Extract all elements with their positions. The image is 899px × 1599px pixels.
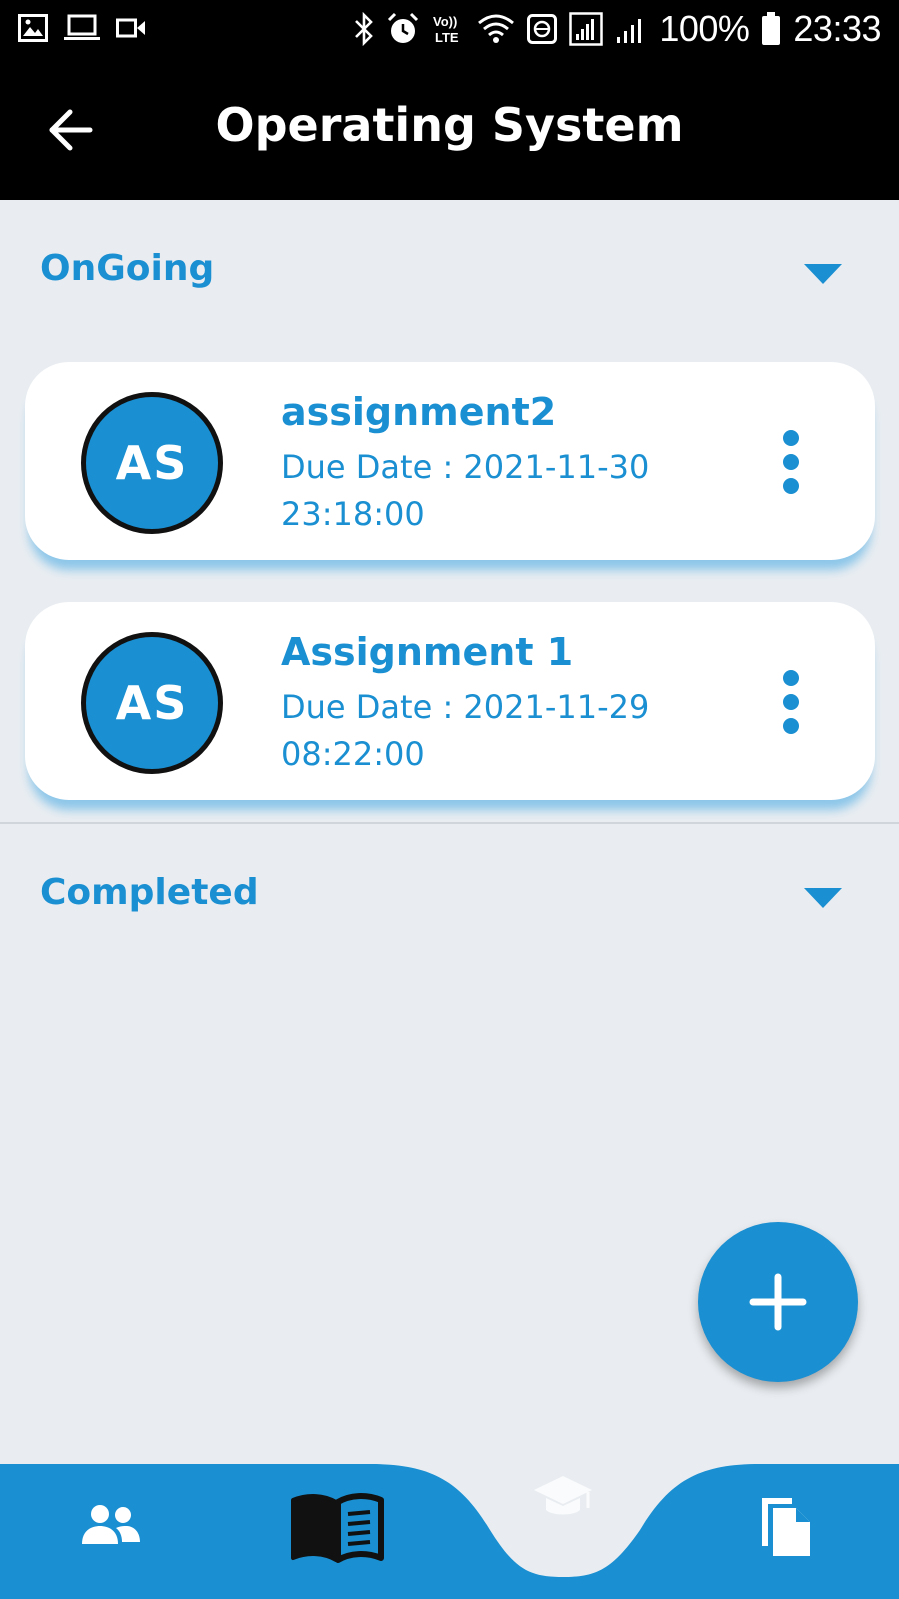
status-right-icons: Vo)) LTE 100% 23:33 — [353, 8, 881, 50]
more-vertical-icon — [783, 430, 799, 494]
ongoing-section-label: OnGoing — [40, 248, 215, 289]
section-divider — [0, 822, 899, 824]
add-assignment-button[interactable] — [698, 1222, 858, 1382]
book-icon — [291, 1493, 384, 1563]
signal-icon — [569, 12, 604, 46]
wifi-icon — [478, 14, 515, 43]
bluetooth-icon — [355, 12, 374, 46]
caret-down-icon — [804, 888, 842, 908]
assignment-title: Assignment 1 — [281, 630, 574, 674]
assignment-due-date: Due Date : 2021-11-29 08:22:00 — [281, 688, 650, 773]
ongoing-section-header[interactable]: OnGoing — [40, 242, 860, 302]
assignment-title: assignment2 — [281, 390, 557, 434]
alarm-icon — [388, 12, 419, 43]
completed-section-header[interactable]: Completed — [40, 866, 860, 926]
completed-section-label: Completed — [40, 872, 259, 913]
caret-down-icon — [804, 264, 842, 284]
nav-files[interactable] — [758, 1496, 812, 1562]
clock: 23:33 — [793, 8, 881, 49]
signal-icon — [617, 19, 642, 43]
nav-people[interactable] — [80, 1504, 142, 1550]
battery-percent: 100% — [659, 8, 750, 49]
more-vertical-icon — [783, 670, 799, 734]
battery-icon — [762, 12, 781, 45]
more-options-button[interactable] — [771, 430, 811, 494]
files-icon — [762, 1498, 810, 1556]
app-bar: Operating System — [0, 62, 899, 200]
plus-icon — [749, 1273, 807, 1331]
avatar: AS — [81, 392, 223, 534]
nav-courses[interactable] — [290, 1492, 384, 1568]
status-left-icons — [18, 14, 146, 42]
more-options-button[interactable] — [771, 670, 811, 734]
laptop-icon — [64, 14, 100, 40]
avatar: AS — [81, 632, 223, 774]
video-icon — [116, 18, 145, 38]
assignment-due-date: Due Date : 2021-11-30 23:18:00 — [281, 448, 650, 533]
gallery-icon — [18, 14, 48, 42]
svg-text:Vo)): Vo)) — [433, 14, 457, 29]
vpn-icon — [527, 14, 558, 44]
status-bar: Vo)) LTE 100% 23:33 — [0, 0, 899, 62]
page-title: Operating System — [215, 98, 684, 152]
svg-text:LTE: LTE — [435, 30, 459, 45]
bottom-navigation — [0, 1430, 899, 1599]
people-icon — [82, 1505, 140, 1544]
assignment-card[interactable]: AS assignment2 Due Date : 2021-11-30 23:… — [25, 362, 875, 560]
assignment-card[interactable]: AS Assignment 1 Due Date : 2021-11-29 08… — [25, 602, 875, 800]
graduation-cap-icon — [534, 1476, 592, 1515]
volte-icon: Vo)) LTE — [433, 14, 459, 45]
nav-classes[interactable] — [532, 1474, 594, 1524]
